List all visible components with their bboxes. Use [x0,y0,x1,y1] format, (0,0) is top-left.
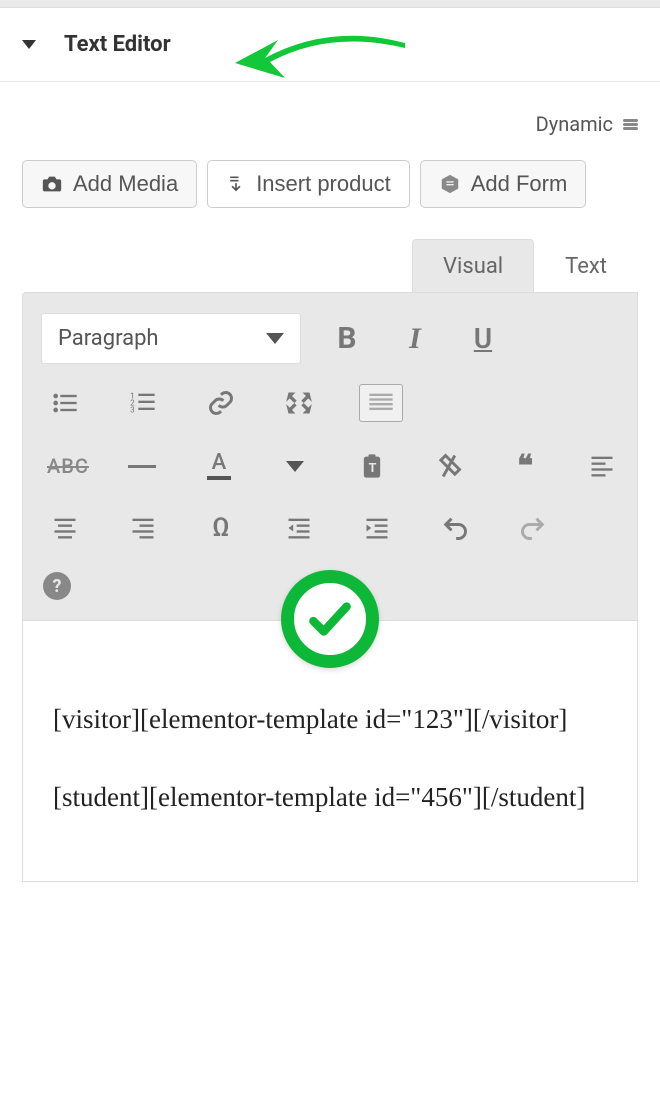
chevron-down-icon [266,333,284,344]
tab-visual[interactable]: Visual [412,239,534,293]
panel-title: Text Editor [64,32,171,57]
text-color-button[interactable]: A [202,448,237,484]
add-form-label: Add Form [471,171,568,197]
editor-tabs: Visual Text [22,238,638,292]
indent-button[interactable] [359,510,395,546]
toolbar-row-1: Paragraph B I U [41,313,619,364]
align-left-button[interactable] [584,448,619,484]
format-select-value: Paragraph [58,326,159,351]
italic-button[interactable]: I [393,322,437,356]
align-center-button[interactable] [47,510,83,546]
bullet-list-button[interactable] [47,385,83,421]
editor-toolbar: Paragraph B I U 123 ABC [22,292,638,621]
insert-product-button[interactable]: Insert product [207,160,410,208]
media-buttons-row: Add Media Insert product Add Form [22,160,638,208]
camera-icon [41,173,63,195]
dynamic-tags-row: Dynamic [22,112,638,136]
numbered-list-button[interactable]: 123 [125,385,161,421]
database-icon[interactable] [623,119,638,130]
horizontal-rule-button[interactable] [125,448,160,484]
paste-text-button[interactable]: T [355,448,390,484]
add-media-label: Add Media [73,171,178,197]
editor-content-area[interactable]: [visitor][elementor-template id="123"][/… [22,621,638,882]
special-character-button[interactable]: Ω [203,510,239,546]
text-color-dropdown[interactable] [278,448,313,484]
toolbar-row-4: Ω [41,510,619,546]
outdent-button[interactable] [281,510,317,546]
clear-formatting-button[interactable] [431,448,466,484]
svg-text:T: T [369,461,377,476]
window-top-bar [0,0,660,8]
redo-button[interactable] [515,510,551,546]
add-media-button[interactable]: Add Media [22,160,197,208]
toolbar-row-5: ? [41,572,619,600]
editor-paragraph[interactable]: [student][elementor-template id="456"][/… [53,773,607,823]
tab-text[interactable]: Text [534,239,638,293]
blockquote-button[interactable]: ❝ [508,448,543,484]
panel-content: Dynamic Add Media Insert product Add For… [0,82,660,882]
bold-button[interactable]: B [325,321,369,356]
svg-text:3: 3 [130,404,135,414]
collapse-caret-icon[interactable] [22,40,36,49]
align-right-button[interactable] [125,510,161,546]
strikethrough-button[interactable]: ABC [47,454,83,478]
form-icon [439,173,461,195]
annotation-arrow-icon [230,18,410,88]
dynamic-label: Dynamic [536,112,613,136]
format-select[interactable]: Paragraph [41,313,301,364]
panel-header[interactable]: Text Editor [0,8,660,82]
toolbar-row-2: 123 [41,384,619,422]
insert-product-label: Insert product [256,171,391,197]
undo-button[interactable] [437,510,473,546]
insert-icon [226,174,246,194]
toolbar-toggle-button[interactable] [359,384,403,422]
toolbar-row-3: ABC A T ❝ [41,448,619,484]
help-button[interactable]: ? [43,572,71,600]
editor-paragraph[interactable]: [visitor][elementor-template id="123"][/… [53,695,607,745]
link-button[interactable] [203,385,239,421]
fullscreen-button[interactable] [281,385,317,421]
add-form-button[interactable]: Add Form [420,160,587,208]
underline-button[interactable]: U [461,322,505,355]
